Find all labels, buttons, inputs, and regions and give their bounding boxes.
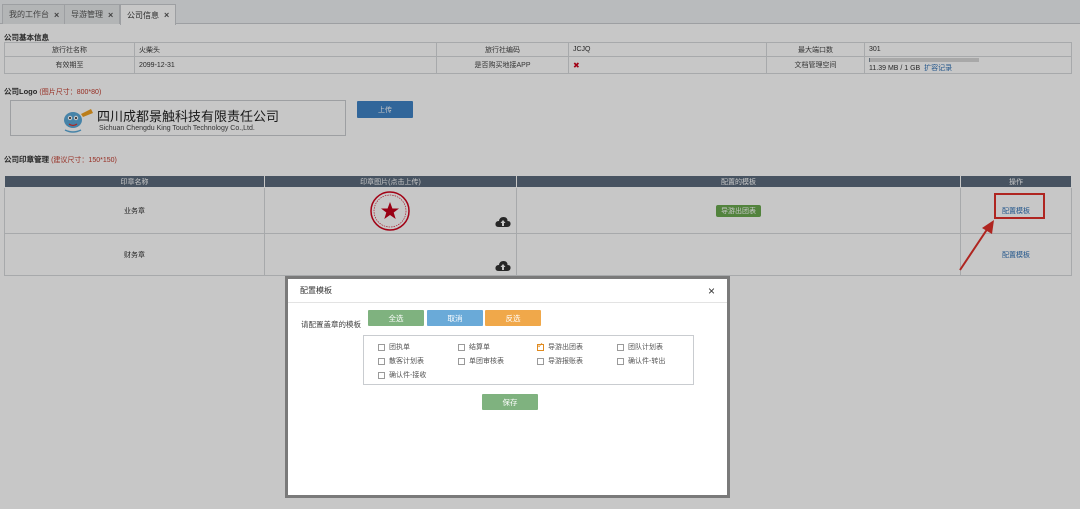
- checkbox[interactable]: [458, 357, 465, 365]
- checkbox[interactable]: [537, 357, 544, 365]
- option-label: 结算单: [469, 344, 490, 351]
- option-item[interactable]: 确认件-转出: [617, 356, 665, 366]
- option-item[interactable]: 团队计划表: [617, 342, 663, 352]
- option-label: 导游出团表: [548, 344, 583, 351]
- select-all-button[interactable]: 全选: [368, 310, 424, 326]
- option-label: 单团审核表: [469, 358, 504, 365]
- configure-template-dialog: 配置模板 × 请配置盖章的模板 全选 取消 反选 团执单 结算单 导游出团表 团…: [285, 276, 730, 498]
- option-item[interactable]: 确认件-接收: [378, 370, 426, 380]
- checkbox[interactable]: [378, 357, 385, 365]
- dialog-title: 配置模板: [300, 286, 332, 295]
- checkbox[interactable]: [617, 343, 624, 351]
- option-label: 团队计划表: [628, 344, 663, 351]
- option-item[interactable]: 团执单: [378, 342, 410, 352]
- option-item[interactable]: 导游出团表: [537, 341, 583, 352]
- option-item[interactable]: 散客计划表: [378, 356, 424, 366]
- checkbox[interactable]: [617, 357, 624, 365]
- checkbox[interactable]: [378, 343, 385, 351]
- option-label: 团执单: [389, 344, 410, 351]
- close-icon[interactable]: ×: [708, 284, 715, 298]
- option-item[interactable]: 单团审核表: [458, 356, 504, 366]
- save-button[interactable]: 保存: [482, 394, 538, 410]
- option-label: 导游报账表: [548, 358, 583, 365]
- checkbox[interactable]: [537, 341, 544, 351]
- invert-selection-button[interactable]: 反选: [485, 310, 541, 326]
- option-item[interactable]: 结算单: [458, 342, 490, 352]
- option-label: 散客计划表: [389, 358, 424, 365]
- checkbox[interactable]: [378, 371, 385, 379]
- option-item[interactable]: 导游报账表: [537, 356, 583, 366]
- dialog-header: 配置模板 ×: [288, 279, 727, 303]
- option-label: 确认件-转出: [628, 358, 666, 365]
- checkbox[interactable]: [458, 343, 465, 351]
- dialog-prompt: 请配置盖章的模板: [301, 320, 361, 329]
- option-label: 确认件-接收: [389, 372, 427, 379]
- template-options-panel: 团执单 结算单 导游出团表 团队计划表 散客计划表 单团审核表 导游报账表 确认…: [363, 335, 694, 385]
- cancel-button[interactable]: 取消: [427, 310, 483, 326]
